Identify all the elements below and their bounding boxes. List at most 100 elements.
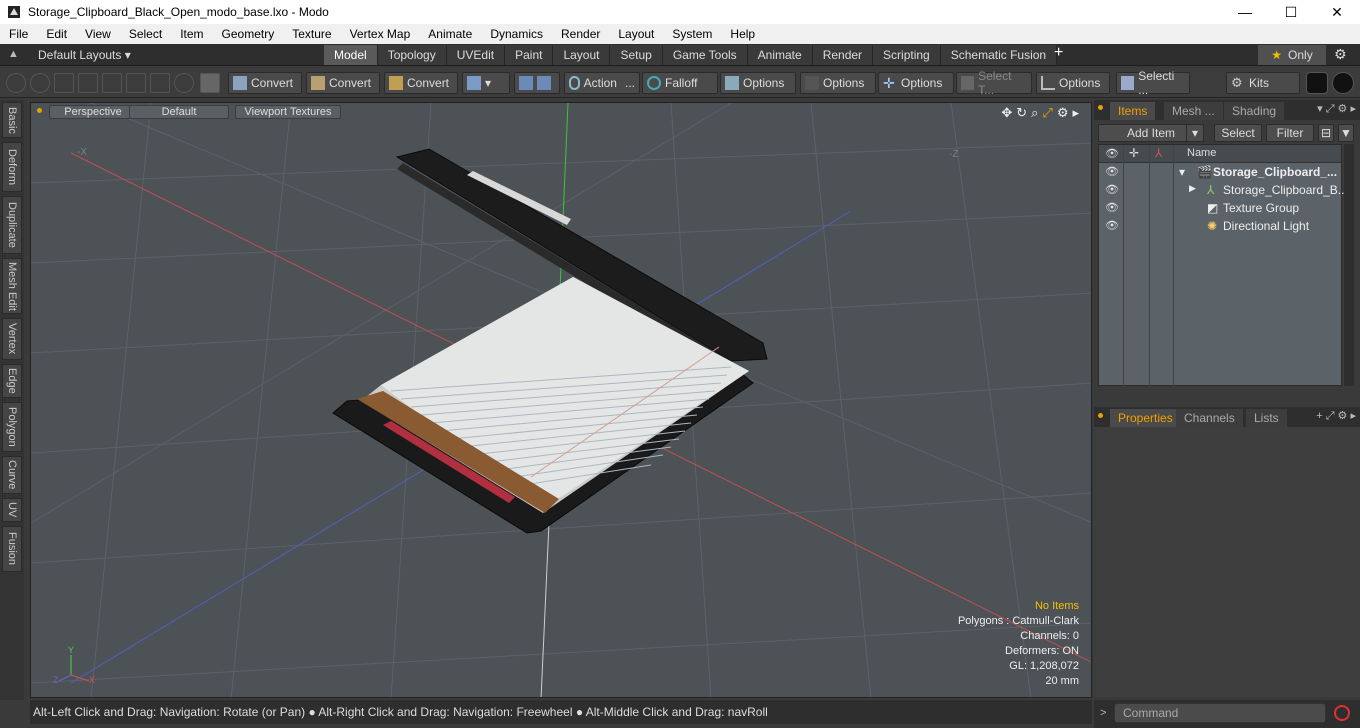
gear-icon[interactable]: ⚙ <box>1334 46 1347 63</box>
tab-items[interactable]: Items <box>1110 102 1156 120</box>
polygons-mode-icon[interactable] <box>78 73 98 93</box>
add-item-dropdown[interactable]: ▾ <box>1186 124 1204 142</box>
minimize-button[interactable]: — <box>1222 0 1268 24</box>
menu-file[interactable]: File <box>0 27 37 41</box>
select-button[interactable]: Select <box>1214 124 1262 142</box>
symmetry-buttons[interactable] <box>514 72 560 94</box>
tab-render[interactable]: Render <box>812 45 874 65</box>
menu-render[interactable]: Render <box>552 27 609 41</box>
convert-button-1[interactable]: Convert <box>228 72 302 94</box>
menu-system[interactable]: System <box>663 27 721 41</box>
view-type-dropdown[interactable]: Perspective <box>49 105 137 119</box>
layout-toggle-icon[interactable]: ▲ <box>8 48 19 60</box>
snapping-dropdown[interactable]: ▾ <box>462 72 510 94</box>
falloff-button[interactable]: Falloff <box>642 72 718 94</box>
tab-uvedit[interactable]: UVEdit <box>446 45 506 65</box>
items-scrollbar[interactable] <box>1344 144 1354 386</box>
tab-shading[interactable]: Shading <box>1224 102 1285 120</box>
selection-sets-button[interactable]: Selecti ... <box>1116 69 1190 97</box>
panel-options-icons[interactable]: + ⤢ ⚙ ▸ <box>1316 409 1356 423</box>
default-layouts-dropdown[interactable]: Default Layouts ▾ <box>38 48 131 62</box>
edges-mode-icon[interactable] <box>54 73 74 93</box>
tab-scripting[interactable]: Scripting <box>873 45 941 65</box>
options-button-4[interactable]: Options <box>1036 72 1110 94</box>
tab-mesh[interactable]: Mesh ... <box>1164 102 1223 120</box>
viewport-arrow-icon[interactable]: ▸ <box>1072 105 1079 121</box>
add-tab-button[interactable]: + <box>1054 44 1063 62</box>
cube-icon[interactable] <box>200 73 220 93</box>
tab-game-tools[interactable]: Game Tools <box>662 45 748 65</box>
menu-item[interactable]: Item <box>171 27 212 41</box>
maximize-viewport-icon[interactable]: ⤢ <box>1042 105 1052 121</box>
menu-select[interactable]: Select <box>120 27 171 41</box>
items-mode-icon[interactable] <box>102 73 122 93</box>
funnel-icon[interactable]: ▼ <box>1338 124 1354 142</box>
zoom-icon[interactable]: ⌕ <box>1031 105 1038 121</box>
collapse-icon[interactable]: ⊟ <box>1318 124 1334 142</box>
action-center-button[interactable]: Action ... <box>564 72 640 94</box>
list-item[interactable]: 👁 ▶ ⅄ Storage_Clipboard_B... <box>1099 181 1348 199</box>
viewport-menu-dot[interactable] <box>37 108 42 113</box>
tab-topology[interactable]: Topology <box>377 45 447 65</box>
select-through-button[interactable]: Select T... <box>956 69 1032 97</box>
visibility-eye-icon[interactable]: 👁 <box>1105 201 1119 214</box>
globe-icon[interactable] <box>30 73 50 93</box>
vtab-vertex[interactable]: Vertex <box>2 318 22 360</box>
vtab-fusion[interactable]: Fusion <box>2 526 22 572</box>
vtab-curve[interactable]: Curve <box>2 456 22 494</box>
unity-icon[interactable] <box>1306 72 1328 94</box>
viewport-scene[interactable]: -X -Z Y X Z <box>31 103 1092 698</box>
convert-button-3[interactable]: Convert <box>384 72 458 94</box>
viewport-textures-dropdown[interactable]: Viewport Textures <box>235 105 341 119</box>
panel-menu-dot[interactable] <box>1098 413 1103 418</box>
menu-dynamics[interactable]: Dynamics <box>481 27 552 41</box>
tab-layout[interactable]: Layout <box>553 45 611 65</box>
tab-animate[interactable]: Animate <box>747 45 813 65</box>
kits-button[interactable]: ⚙ Kits <box>1226 72 1300 94</box>
panel-options-icons[interactable]: ▾ ⤢ ⚙ ▸ <box>1317 102 1356 116</box>
expand-arrow-icon[interactable]: ▾ <box>1179 165 1185 179</box>
visibility-eye-icon[interactable]: 👁 <box>1105 165 1119 178</box>
command-history-icon[interactable]: > <box>1100 707 1106 719</box>
menu-vertex-map[interactable]: Vertex Map <box>341 27 420 41</box>
vtab-duplicate[interactable]: Duplicate <box>2 196 22 254</box>
vtab-basic[interactable]: Basic <box>2 102 22 138</box>
pan-icon[interactable]: ✥ <box>1001 105 1012 121</box>
panel-menu-dot[interactable] <box>1098 105 1103 110</box>
viewport-settings-icon[interactable]: ⚙ <box>1057 105 1069 121</box>
menu-texture[interactable]: Texture <box>283 27 340 41</box>
list-item[interactable]: 👁 ▾ 🎬 Storage_Clipboard_... <box>1099 163 1341 181</box>
menu-geometry[interactable]: Geometry <box>213 27 284 41</box>
convert-button-2[interactable]: Convert <box>306 72 380 94</box>
vtab-deform[interactable]: Deform <box>2 142 22 192</box>
tab-properties[interactable]: Properties <box>1110 409 1181 427</box>
only-toggle[interactable]: ★ Only <box>1258 45 1326 65</box>
menu-edit[interactable]: Edit <box>37 27 76 41</box>
filter-button[interactable]: Filter <box>1266 124 1314 142</box>
unreal-icon[interactable] <box>1332 72 1354 94</box>
list-item[interactable]: 👁 ◩ Texture Group <box>1099 199 1341 217</box>
maximize-button[interactable]: ☐ <box>1268 0 1314 24</box>
tab-lists[interactable]: Lists <box>1246 409 1287 427</box>
shading-dropdown[interactable]: Default <box>129 105 229 119</box>
record-macro-icon[interactable] <box>1334 705 1350 721</box>
tab-channels[interactable]: Channels <box>1176 409 1243 427</box>
options-button-3[interactable]: ✛ Options <box>878 72 954 94</box>
vtab-uv[interactable]: UV <box>2 498 22 522</box>
command-input[interactable]: Command <box>1114 703 1326 723</box>
rotate-icon[interactable]: ↻ <box>1016 105 1027 121</box>
vtab-polygon[interactable]: Polygon <box>2 402 22 452</box>
menu-animate[interactable]: Animate <box>419 27 481 41</box>
expand-arrow-icon[interactable]: ▶ <box>1189 183 1196 194</box>
visibility-eye-icon[interactable]: 👁 <box>1105 183 1119 196</box>
tab-paint[interactable]: Paint <box>505 45 554 65</box>
material-mode-icon[interactable] <box>174 73 194 93</box>
list-item[interactable]: 👁 ✺ Directional Light <box>1099 217 1341 235</box>
name-column-header[interactable]: Name <box>1187 147 1216 159</box>
tab-model[interactable]: Model <box>324 45 378 65</box>
pivot-mode-icon[interactable] <box>126 73 146 93</box>
options-button-1[interactable]: Options <box>720 72 796 94</box>
tab-schematic-fusion[interactable]: Schematic Fusion <box>940 45 1058 65</box>
menu-view[interactable]: View <box>76 27 120 41</box>
vertices-mode-icon[interactable] <box>6 73 26 93</box>
